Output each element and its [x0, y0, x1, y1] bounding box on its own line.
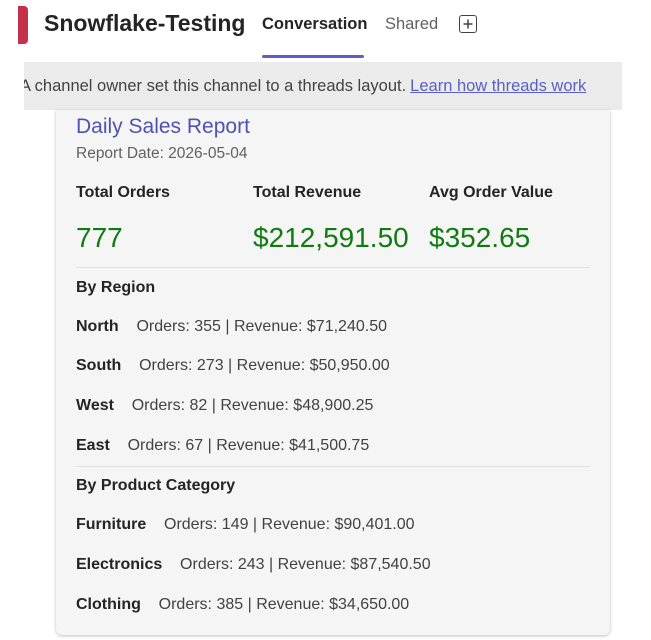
region-name: East	[76, 437, 110, 454]
tab-shared[interactable]: Shared	[385, 15, 438, 34]
add-tab-button[interactable]	[459, 15, 477, 33]
channel-accent-bar	[18, 6, 28, 44]
category-name: Electronics	[76, 556, 163, 573]
region-name: West	[76, 397, 114, 414]
channel-header: Snowflake-Testing Conversation Shared	[0, 0, 651, 60]
kpi-label-total-revenue: Total Revenue	[253, 184, 362, 201]
banner-text: A channel owner set this channel to a th…	[24, 77, 407, 95]
kpi-label-total-orders: Total Orders	[76, 184, 170, 201]
report-title: Daily Sales Report	[76, 115, 250, 138]
category-detail: Orders: 243 | Revenue: $87,540.50	[180, 556, 431, 573]
sales-report-card: Daily Sales Report Report Date: 2026-05-…	[56, 110, 610, 635]
active-tab-indicator	[262, 55, 364, 58]
by-category-title: By Product Category	[76, 477, 236, 494]
learn-threads-link[interactable]: Learn how threads work	[410, 77, 586, 95]
section-divider	[76, 466, 590, 467]
kpi-value-total-orders: 777	[76, 222, 123, 253]
kpi-value-total-revenue: $212,591.50	[253, 222, 409, 253]
category-detail: Orders: 149 | Revenue: $90,401.00	[164, 516, 415, 533]
category-row-clothing: Clothing Orders: 385 | Revenue: $34,650.…	[76, 596, 409, 614]
region-row-north: North Orders: 355 | Revenue: $71,240.50	[76, 318, 387, 336]
category-name: Clothing	[76, 596, 141, 613]
plus-icon	[463, 19, 473, 29]
section-divider	[76, 267, 590, 268]
threads-layout-banner: A channel owner set this channel to a th…	[24, 62, 622, 110]
region-name: South	[76, 357, 122, 374]
category-row-furniture: Furniture Orders: 149 | Revenue: $90,401…	[76, 516, 415, 534]
kpi-value-avg-order-value: $352.65	[429, 222, 531, 253]
category-row-electronics: Electronics Orders: 243 | Revenue: $87,5…	[76, 556, 431, 574]
category-name: Furniture	[76, 516, 147, 533]
region-detail: Orders: 273 | Revenue: $50,950.00	[139, 357, 390, 374]
region-row-west: West Orders: 82 | Revenue: $48,900.25	[76, 397, 373, 415]
region-name: North	[76, 318, 119, 335]
tab-conversation[interactable]: Conversation	[262, 15, 367, 34]
region-row-south: South Orders: 273 | Revenue: $50,950.00	[76, 357, 390, 375]
region-detail: Orders: 67 | Revenue: $41,500.75	[127, 437, 370, 454]
kpi-label-avg-order-value: Avg Order Value	[429, 184, 553, 201]
region-row-east: East Orders: 67 | Revenue: $41,500.75	[76, 437, 369, 455]
channel-title: Snowflake-Testing	[44, 10, 246, 36]
report-date: Report Date: 2026-05-04	[76, 145, 248, 162]
category-detail: Orders: 385 | Revenue: $34,650.00	[158, 596, 410, 613]
by-region-title: By Region	[76, 279, 156, 296]
region-detail: Orders: 355 | Revenue: $71,240.50	[136, 318, 387, 335]
region-detail: Orders: 82 | Revenue: $48,900.25	[131, 397, 374, 414]
